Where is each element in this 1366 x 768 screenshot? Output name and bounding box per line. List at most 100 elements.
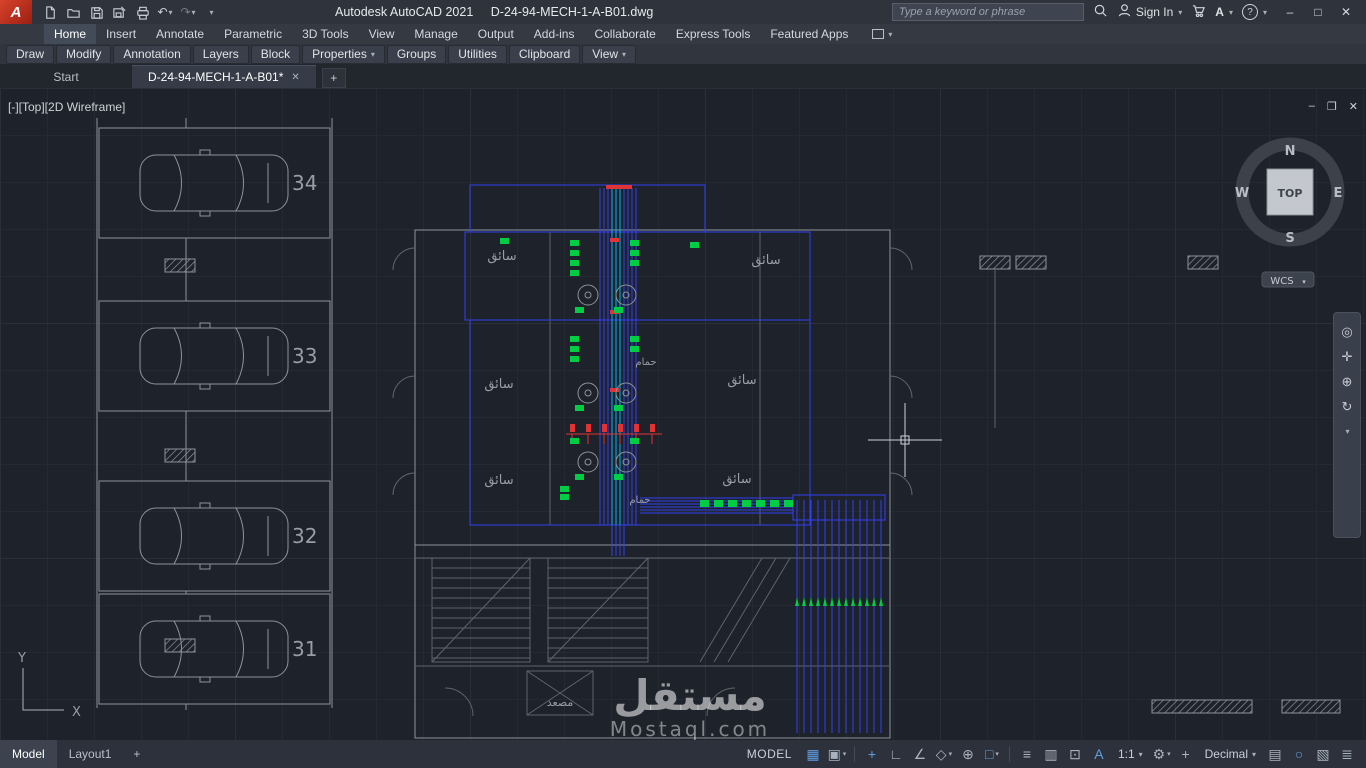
- ribbon-display-toggle[interactable]: ▾: [872, 24, 892, 44]
- ortho-mode-icon[interactable]: ∟: [885, 743, 907, 765]
- tab-add-ins[interactable]: Add-ins: [524, 24, 585, 44]
- tab-manage[interactable]: Manage: [404, 24, 467, 44]
- file-tab-active-document[interactable]: D-24-94-MECH-1-A-B01* ✕: [132, 65, 316, 88]
- graphics-performance-icon[interactable]: ▧: [1312, 743, 1334, 765]
- units-control[interactable]: Decimal ▾: [1199, 747, 1262, 761]
- doc-close-icon[interactable]: ✕: [1349, 100, 1358, 113]
- maximize-button[interactable]: □: [1304, 0, 1332, 24]
- polar-tracking-icon[interactable]: ∠: [909, 743, 931, 765]
- selection-cycling-icon[interactable]: ⊡: [1064, 743, 1086, 765]
- watermark: مستقل Mostaql.com: [610, 671, 770, 740]
- object-snap-tracking-icon[interactable]: ⊕: [957, 743, 979, 765]
- isolate-objects-icon[interactable]: ○: [1288, 743, 1310, 765]
- object-snap-icon[interactable]: □ ▾: [981, 743, 1003, 765]
- svg-text:سائق: سائق: [751, 253, 780, 268]
- building-walls: [392, 229, 913, 739]
- save-button[interactable]: [86, 2, 106, 22]
- grid-toggle-icon[interactable]: ▦: [802, 743, 824, 765]
- navigation-wheel-icon[interactable]: ◎: [1341, 325, 1352, 338]
- zoom-icon[interactable]: ⊕: [1342, 375, 1353, 388]
- new-drawing-tab-button[interactable]: +: [321, 68, 346, 88]
- tab-3d-tools[interactable]: 3D Tools: [292, 24, 358, 44]
- viewcube-north[interactable]: N: [1285, 144, 1296, 159]
- viewcube-east[interactable]: E: [1334, 186, 1343, 201]
- tab-featured-apps[interactable]: Featured Apps: [760, 24, 858, 44]
- viewcube-top-face[interactable]: TOP: [1278, 187, 1303, 200]
- tab-insert[interactable]: Insert: [96, 24, 146, 44]
- exchange-apps-button[interactable]: A ▾: [1215, 5, 1233, 19]
- y-axis-label: Y: [17, 651, 26, 666]
- panel-groups[interactable]: Groups: [386, 44, 447, 64]
- quick-access-toolbar: ↶ ▾ ↷ ▾ ▾: [36, 2, 221, 22]
- panel-block[interactable]: Block: [250, 44, 301, 64]
- help-button[interactable]: ? ▾: [1241, 4, 1267, 20]
- save-as-button[interactable]: [109, 2, 129, 22]
- panel-annotation[interactable]: Annotation: [113, 44, 191, 64]
- application-menu-button[interactable]: A: [0, 0, 32, 24]
- undo-button[interactable]: ↶ ▾: [155, 2, 175, 22]
- new-drawing-button[interactable]: [40, 2, 60, 22]
- tab-home[interactable]: Home: [44, 24, 97, 44]
- green-duct-tags: [500, 238, 883, 606]
- drawing-area[interactable]: [-][Top][2D Wireframe] – ❐ ✕ ◎ ✛ ⊕ ↻ ▾ 3…: [0, 88, 1366, 740]
- minimize-button[interactable]: –: [1276, 0, 1304, 24]
- structural-columns: [164, 255, 1341, 714]
- svg-text:سائق: سائق: [722, 472, 751, 487]
- panel-view[interactable]: View ▾: [582, 44, 637, 64]
- doc-minimize-icon[interactable]: –: [1309, 100, 1315, 113]
- navbar-more-icon[interactable]: ▾: [1345, 425, 1349, 438]
- annotation-scale-control[interactable]: 1:1 ▾: [1112, 747, 1149, 761]
- workspace-switching-icon[interactable]: ⚙ ▾: [1151, 743, 1173, 765]
- pan-icon[interactable]: ✛: [1342, 350, 1353, 363]
- file-tab-close-icon[interactable]: ✕: [291, 72, 299, 83]
- close-button[interactable]: ✕: [1332, 0, 1360, 24]
- tab-collaborate[interactable]: Collaborate: [584, 24, 665, 44]
- redo-button[interactable]: ↷ ▾: [178, 2, 198, 22]
- panel-utilities[interactable]: Utilities: [448, 44, 507, 64]
- sign-in-button[interactable]: Sign In ▾: [1117, 3, 1182, 21]
- viewcube-west[interactable]: W: [1235, 186, 1249, 201]
- customize-icon[interactable]: ≣: [1336, 743, 1358, 765]
- svg-text:مصعد: مصعد: [547, 696, 574, 709]
- model-space-toggle[interactable]: MODEL: [739, 747, 800, 761]
- qat-customize-button[interactable]: ▾: [201, 2, 221, 22]
- open-button[interactable]: [63, 2, 83, 22]
- plot-button[interactable]: [132, 2, 152, 22]
- new-layout-button[interactable]: +: [123, 747, 150, 761]
- viewport-controls-label[interactable]: [-][Top][2D Wireframe]: [8, 100, 125, 114]
- dynamic-input-icon[interactable]: +: [861, 743, 883, 765]
- panel-modify[interactable]: Modify: [56, 44, 112, 64]
- panel-properties[interactable]: Properties ▾: [302, 44, 385, 64]
- isometric-drafting-icon[interactable]: ◇ ▾: [933, 743, 955, 765]
- viewcube-south[interactable]: S: [1285, 231, 1294, 246]
- status-bar: Model Layout1 + MODEL ▦ ▣ ▾ + ∟ ∠ ◇ ▾ ⊕ □ ▾…: [0, 740, 1366, 768]
- file-tab-start[interactable]: Start: [0, 66, 132, 88]
- tab-view[interactable]: View: [359, 24, 405, 44]
- app-title: Autodesk AutoCAD 2021: [335, 5, 474, 19]
- lineweight-icon[interactable]: ≡: [1016, 743, 1038, 765]
- viewcube[interactable]: N S W E TOP: [1235, 137, 1345, 247]
- svg-text:حمام: حمام: [635, 357, 656, 368]
- panel-draw[interactable]: Draw: [6, 44, 55, 64]
- transparency-icon[interactable]: ▥: [1040, 743, 1062, 765]
- drawing-canvas[interactable]: 34 33 32 31 سائق سائق سائق سائق سائق سائ…: [0, 88, 1366, 740]
- panel-clipboard[interactable]: Clipboard: [508, 44, 581, 64]
- orbit-icon[interactable]: ↻: [1342, 400, 1353, 413]
- snap-mode-icon[interactable]: ▣ ▾: [826, 743, 848, 765]
- ucs-dropdown[interactable]: WCS ▾: [1261, 271, 1315, 288]
- cart-icon[interactable]: [1191, 3, 1206, 21]
- tab-output[interactable]: Output: [468, 24, 524, 44]
- annotation-monitor-icon[interactable]: +: [1175, 743, 1197, 765]
- tab-express-tools[interactable]: Express Tools: [666, 24, 760, 44]
- model-tab[interactable]: Model: [0, 740, 57, 768]
- search-icon[interactable]: [1093, 3, 1108, 21]
- quick-properties-icon[interactable]: ▤: [1264, 743, 1286, 765]
- tab-parametric[interactable]: Parametric: [214, 24, 292, 44]
- svg-text:Mostaql.com: Mostaql.com: [610, 717, 770, 740]
- layout1-tab[interactable]: Layout1: [57, 740, 124, 768]
- panel-layers[interactable]: Layers: [192, 44, 249, 64]
- annotation-visibility-icon[interactable]: A: [1088, 743, 1110, 765]
- search-input[interactable]: [891, 3, 1084, 21]
- doc-restore-icon[interactable]: ❐: [1327, 100, 1337, 113]
- tab-annotate[interactable]: Annotate: [146, 24, 214, 44]
